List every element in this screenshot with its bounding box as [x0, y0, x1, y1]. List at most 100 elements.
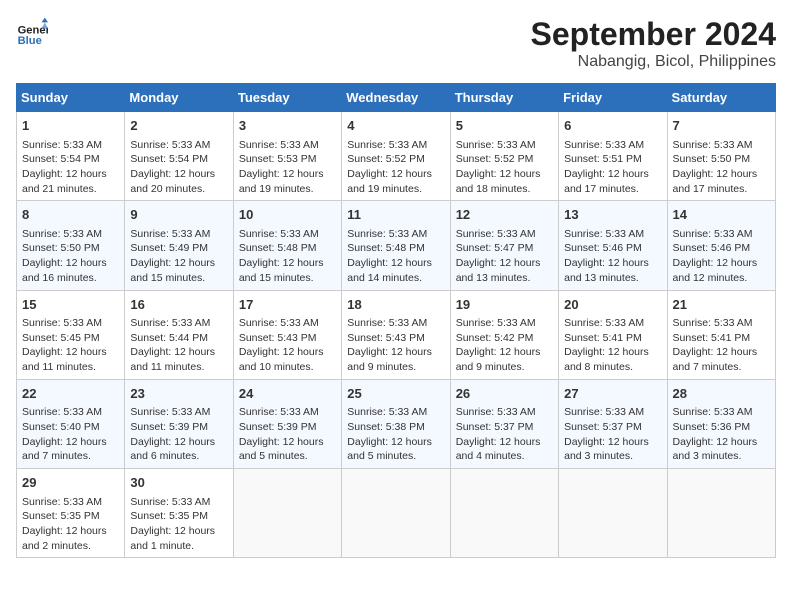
- day-number: 11: [347, 205, 444, 225]
- calendar-cell: 29Sunrise: 5:33 AMSunset: 5:35 PMDayligh…: [17, 469, 125, 558]
- day-number: 1: [22, 116, 119, 136]
- day-number: 26: [456, 384, 553, 404]
- day-info: Sunrise: 5:33 AM: [347, 227, 444, 242]
- day-info: Sunrise: 5:33 AM: [22, 405, 119, 420]
- calendar-cell: 21Sunrise: 5:33 AMSunset: 5:41 PMDayligh…: [667, 290, 775, 379]
- weekday-header-cell: Friday: [559, 84, 667, 112]
- day-info: Sunrise: 5:33 AM: [564, 405, 661, 420]
- day-info: and 11 minutes.: [22, 360, 119, 375]
- day-info: Sunset: 5:51 PM: [564, 152, 661, 167]
- day-number: 22: [22, 384, 119, 404]
- day-info: Daylight: 12 hours: [564, 256, 661, 271]
- day-info: and 13 minutes.: [564, 271, 661, 286]
- day-info: Sunrise: 5:33 AM: [239, 316, 336, 331]
- day-info: Sunrise: 5:33 AM: [22, 138, 119, 153]
- weekday-header-cell: Saturday: [667, 84, 775, 112]
- day-info: Sunset: 5:52 PM: [456, 152, 553, 167]
- weekday-header-cell: Thursday: [450, 84, 558, 112]
- day-info: Daylight: 12 hours: [347, 345, 444, 360]
- day-info: Sunset: 5:49 PM: [130, 241, 227, 256]
- calendar-cell: 13Sunrise: 5:33 AMSunset: 5:46 PMDayligh…: [559, 201, 667, 290]
- day-number: 5: [456, 116, 553, 136]
- calendar-week-row: 29Sunrise: 5:33 AMSunset: 5:35 PMDayligh…: [17, 469, 776, 558]
- day-number: 15: [22, 295, 119, 315]
- day-info: Sunrise: 5:33 AM: [673, 138, 770, 153]
- day-info: Daylight: 12 hours: [673, 167, 770, 182]
- calendar-cell: 8Sunrise: 5:33 AMSunset: 5:50 PMDaylight…: [17, 201, 125, 290]
- calendar-cell: 19Sunrise: 5:33 AMSunset: 5:42 PMDayligh…: [450, 290, 558, 379]
- day-number: 16: [130, 295, 227, 315]
- day-info: Daylight: 12 hours: [456, 435, 553, 450]
- day-info: Sunrise: 5:33 AM: [456, 138, 553, 153]
- day-number: 12: [456, 205, 553, 225]
- day-info: Sunrise: 5:33 AM: [239, 227, 336, 242]
- day-info: Sunset: 5:52 PM: [347, 152, 444, 167]
- calendar-cell: [233, 469, 341, 558]
- day-number: 17: [239, 295, 336, 315]
- day-info: Daylight: 12 hours: [130, 167, 227, 182]
- weekday-header-row: SundayMondayTuesdayWednesdayThursdayFrid…: [17, 84, 776, 112]
- day-info: Sunset: 5:38 PM: [347, 420, 444, 435]
- day-number: 28: [673, 384, 770, 404]
- day-number: 13: [564, 205, 661, 225]
- day-info: and 20 minutes.: [130, 182, 227, 197]
- weekday-header-cell: Wednesday: [342, 84, 450, 112]
- day-info: Daylight: 12 hours: [130, 435, 227, 450]
- day-info: Sunset: 5:48 PM: [347, 241, 444, 256]
- day-info: Daylight: 12 hours: [456, 256, 553, 271]
- calendar-cell: 23Sunrise: 5:33 AMSunset: 5:39 PMDayligh…: [125, 379, 233, 468]
- day-number: 29: [22, 473, 119, 493]
- day-info: and 17 minutes.: [564, 182, 661, 197]
- day-info: Sunrise: 5:33 AM: [456, 405, 553, 420]
- calendar-cell: 26Sunrise: 5:33 AMSunset: 5:37 PMDayligh…: [450, 379, 558, 468]
- day-info: and 5 minutes.: [347, 449, 444, 464]
- calendar-week-row: 22Sunrise: 5:33 AMSunset: 5:40 PMDayligh…: [17, 379, 776, 468]
- day-info: Daylight: 12 hours: [347, 435, 444, 450]
- day-number: 2: [130, 116, 227, 136]
- day-info: and 17 minutes.: [673, 182, 770, 197]
- day-info: Sunrise: 5:33 AM: [22, 495, 119, 510]
- day-info: Sunset: 5:46 PM: [673, 241, 770, 256]
- day-info: and 3 minutes.: [673, 449, 770, 464]
- day-info: Sunset: 5:54 PM: [22, 152, 119, 167]
- day-info: and 19 minutes.: [239, 182, 336, 197]
- day-info: Sunrise: 5:33 AM: [22, 316, 119, 331]
- calendar-cell: 17Sunrise: 5:33 AMSunset: 5:43 PMDayligh…: [233, 290, 341, 379]
- day-info: Sunrise: 5:33 AM: [130, 138, 227, 153]
- day-info: and 16 minutes.: [22, 271, 119, 286]
- day-info: and 12 minutes.: [673, 271, 770, 286]
- day-info: Daylight: 12 hours: [22, 345, 119, 360]
- calendar-cell: 10Sunrise: 5:33 AMSunset: 5:48 PMDayligh…: [233, 201, 341, 290]
- day-info: and 4 minutes.: [456, 449, 553, 464]
- day-info: and 3 minutes.: [564, 449, 661, 464]
- calendar-cell: 4Sunrise: 5:33 AMSunset: 5:52 PMDaylight…: [342, 112, 450, 201]
- day-number: 24: [239, 384, 336, 404]
- day-info: Daylight: 12 hours: [239, 435, 336, 450]
- day-number: 10: [239, 205, 336, 225]
- calendar-cell: 20Sunrise: 5:33 AMSunset: 5:41 PMDayligh…: [559, 290, 667, 379]
- day-info: and 2 minutes.: [22, 539, 119, 554]
- calendar-cell: [559, 469, 667, 558]
- day-info: Daylight: 12 hours: [347, 256, 444, 271]
- day-info: Sunrise: 5:33 AM: [673, 405, 770, 420]
- day-info: Daylight: 12 hours: [347, 167, 444, 182]
- day-info: Sunrise: 5:33 AM: [130, 495, 227, 510]
- day-number: 9: [130, 205, 227, 225]
- day-info: Daylight: 12 hours: [130, 345, 227, 360]
- day-info: Sunset: 5:43 PM: [347, 331, 444, 346]
- weekday-header-cell: Monday: [125, 84, 233, 112]
- day-info: Sunset: 5:48 PM: [239, 241, 336, 256]
- day-info: Daylight: 12 hours: [22, 524, 119, 539]
- calendar-cell: 3Sunrise: 5:33 AMSunset: 5:53 PMDaylight…: [233, 112, 341, 201]
- calendar-body: 1Sunrise: 5:33 AMSunset: 5:54 PMDaylight…: [17, 112, 776, 558]
- location-title: Nabangig, Bicol, Philippines: [531, 53, 776, 71]
- day-info: and 9 minutes.: [456, 360, 553, 375]
- day-info: Daylight: 12 hours: [22, 167, 119, 182]
- day-info: Sunrise: 5:33 AM: [347, 405, 444, 420]
- day-info: and 1 minute.: [130, 539, 227, 554]
- day-info: Daylight: 12 hours: [22, 256, 119, 271]
- day-info: and 11 minutes.: [130, 360, 227, 375]
- day-info: Daylight: 12 hours: [239, 167, 336, 182]
- day-number: 23: [130, 384, 227, 404]
- day-info: and 15 minutes.: [239, 271, 336, 286]
